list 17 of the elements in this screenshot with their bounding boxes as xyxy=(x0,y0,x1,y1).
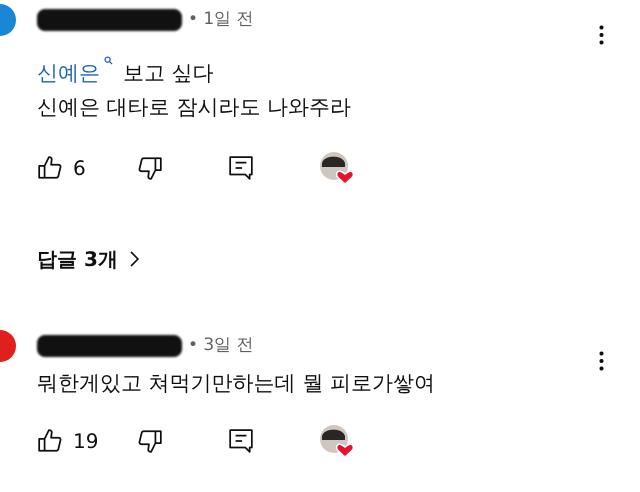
chevron-right-icon xyxy=(130,251,139,267)
comment-text: 보고 싶다 xyxy=(123,60,214,87)
thumbs-down-icon[interactable] xyxy=(137,155,163,181)
comment-text: 신예은 대타로 잠시라도 나와주라 xyxy=(37,94,352,121)
post-time: • 1일 전 xyxy=(188,8,254,32)
like-button[interactable]: 19 xyxy=(37,426,137,456)
post-time: • 3일 전 xyxy=(188,334,254,358)
like-button[interactable]: 6 xyxy=(37,153,137,183)
comment-icon[interactable] xyxy=(229,155,253,181)
comment-text: 뭐한게있고 쳐먹기만하는데 뭘 피로가쌓여 xyxy=(37,370,436,397)
thumbs-up-icon xyxy=(37,428,63,454)
search-icon xyxy=(104,56,113,65)
comment-icon[interactable] xyxy=(229,428,253,454)
thumbs-up-icon xyxy=(37,155,63,181)
thumbs-down-icon[interactable] xyxy=(137,428,163,454)
search-link[interactable]: 신예은 xyxy=(37,56,113,90)
replies-button[interactable]: 답글 3개 xyxy=(37,244,139,274)
